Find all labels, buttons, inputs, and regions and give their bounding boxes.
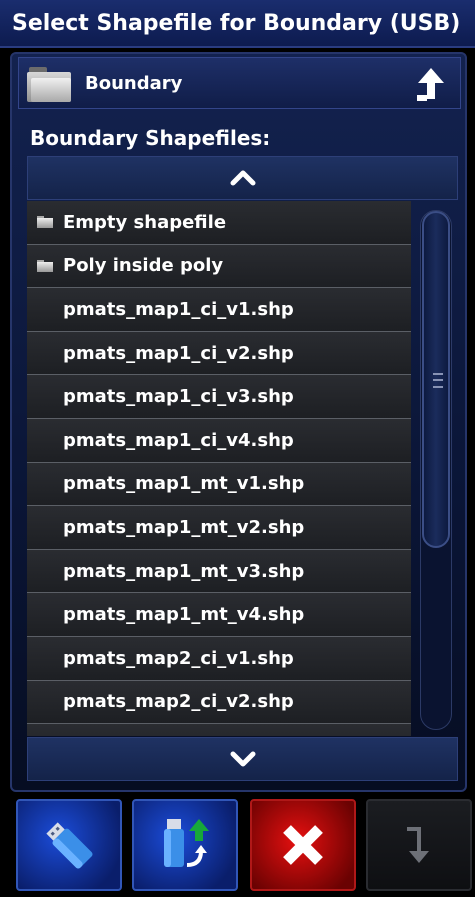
current-folder-row: Boundary [18,57,461,109]
list-item[interactable]: Empty shapefile [27,201,411,245]
list-item-label: pmats_map1_ci_v3.shp [63,386,294,408]
usb-import-icon [164,819,209,867]
list-item[interactable]: pmats_map1_mt_v3.shp [27,549,411,594]
list-item[interactable]: pmats_map1_mt_v2.shp [27,506,411,550]
close-icon [283,825,323,865]
scrollbar[interactable] [420,210,452,730]
list-item-label: pmats_map2_ci_v2.shp [63,691,294,713]
list-item[interactable]: pmats_map1_mt_v4.shp [27,593,411,637]
chevron-up-icon [230,170,255,186]
list-item[interactable]: pmats_map2_ci_v3.shp [27,724,411,736]
list-item-label: Empty shapefile [63,211,227,233]
list-item[interactable]: pmats_map2_ci_v2.shp [27,680,411,725]
usb-drive-icon [46,822,93,869]
confirm-down-button[interactable] [366,799,472,891]
list-item[interactable]: pmats_map2_ci_v1.shp [27,636,411,681]
list-item-label: pmats_map1_ci_v1.shp [63,298,294,320]
list-item[interactable]: pmats_map1_ci_v1.shp [27,288,411,332]
list-item-label: pmats_map1_mt_v4.shp [63,604,305,626]
list-item-label: pmats_map1_ci_v4.shp [63,429,294,451]
cancel-button[interactable] [250,799,356,891]
list-item-label: pmats_map1_mt_v3.shp [63,560,305,582]
list-item-label: pmats_map1_ci_v2.shp [63,342,294,364]
current-folder-name: Boundary [85,72,183,94]
folder-icon [27,259,63,272]
window-title: Select Shapefile for Boundary (USB) [0,0,475,48]
arrow-down-icon [407,827,429,863]
scroll-thumb[interactable] [422,211,450,548]
list-item-label: pmats_map2_ci_v3.shp [63,735,294,736]
folder-icon [27,64,71,102]
list-item-label: pmats_map1_mt_v2.shp [63,516,305,538]
scroll-up-button[interactable] [27,156,458,200]
import-from-usb-button[interactable] [132,799,238,891]
bottom-toolbar [0,793,475,897]
up-directory-button[interactable] [412,65,450,103]
chevron-down-icon [230,751,255,767]
shapefile-list[interactable]: Empty shapefile Poly inside poly pmats_map… [27,201,411,736]
list-item-label: Poly inside poly [63,255,224,277]
scroll-down-button[interactable] [27,737,458,781]
list-item-label: pmats_map2_ci_v1.shp [63,647,294,669]
usb-button[interactable] [16,799,122,891]
up-directory-icon [417,68,444,101]
list-item-label: pmats_map1_mt_v1.shp [63,473,305,495]
list-item[interactable]: Poly inside poly [27,244,411,289]
list-item[interactable]: pmats_map1_ci_v4.shp [27,418,411,463]
section-label: Boundary Shapefiles: [30,126,271,150]
folder-icon [27,216,63,229]
list-item[interactable]: pmats_map1_mt_v1.shp [27,462,411,507]
list-item[interactable]: pmats_map1_ci_v3.shp [27,375,411,419]
list-item[interactable]: pmats_map1_ci_v2.shp [27,331,411,376]
